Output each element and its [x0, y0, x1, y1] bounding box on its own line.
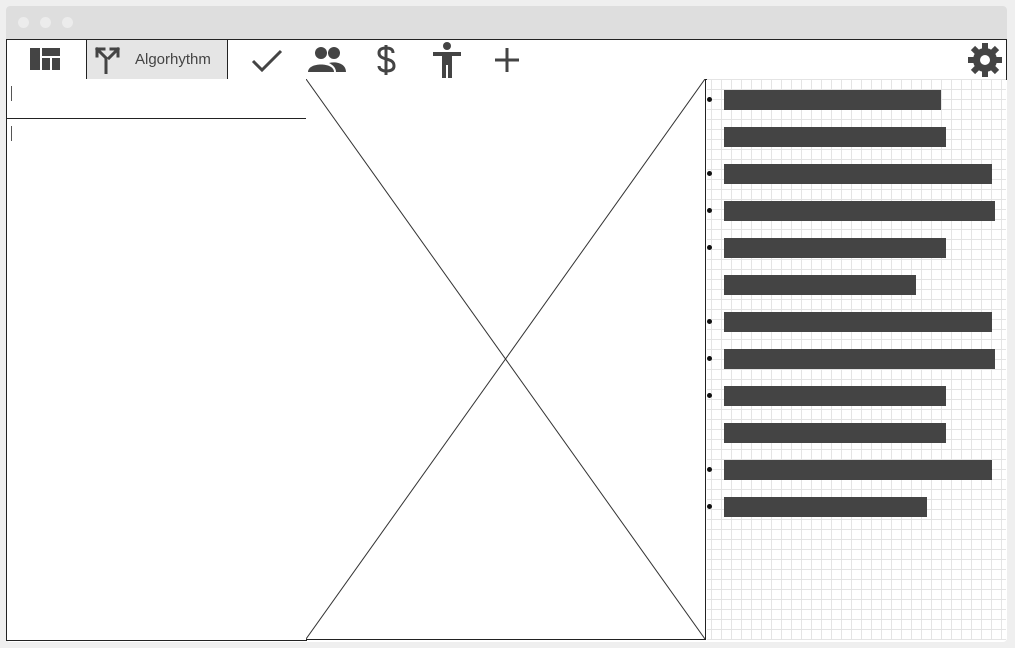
dollar-button[interactable] — [368, 40, 404, 79]
list-bullet — [707, 504, 712, 509]
list-item[interactable] — [707, 381, 1006, 418]
list-item[interactable] — [707, 455, 1006, 492]
list-item-text-placeholder — [724, 90, 941, 110]
list-item-text-placeholder — [724, 423, 946, 443]
image-placeholder — [305, 78, 706, 640]
list-item[interactable] — [707, 344, 1006, 381]
list-item-text-placeholder — [724, 497, 927, 517]
gear-icon — [967, 42, 1003, 78]
list-item[interactable] — [707, 492, 1006, 529]
text-caret — [11, 126, 12, 141]
list-bullet — [707, 319, 712, 324]
list-bullet — [707, 97, 712, 102]
image-placeholder-cross — [305, 78, 706, 640]
dashboard-icon — [30, 47, 62, 72]
list-bullet — [707, 208, 712, 213]
list-bullet — [707, 245, 712, 250]
add-button[interactable] — [487, 40, 527, 79]
list-item[interactable] — [707, 85, 1006, 122]
list-bullet — [707, 393, 712, 398]
close-window-dot[interactable] — [18, 17, 29, 28]
check-button[interactable] — [247, 40, 287, 79]
title-input[interactable] — [7, 79, 306, 119]
accessibility-icon — [432, 41, 462, 78]
app-window: Algorhythm — [6, 6, 1007, 642]
toolbar: Algorhythm — [6, 39, 1007, 80]
list-item-text-placeholder — [724, 127, 946, 147]
list-item-text-placeholder — [724, 349, 995, 369]
dollar-icon — [374, 44, 398, 76]
tab-algorhythm-label: Algorhythm — [135, 51, 211, 68]
list-item[interactable] — [707, 159, 1006, 196]
people-button[interactable] — [304, 40, 350, 79]
list-item[interactable] — [707, 418, 1006, 455]
list-bullet — [707, 171, 712, 176]
minimize-window-dot[interactable] — [40, 17, 51, 28]
list-bullet — [707, 467, 712, 472]
list-item-text-placeholder — [724, 386, 946, 406]
list-item-text-placeholder — [724, 275, 916, 295]
list-item[interactable] — [707, 196, 1006, 233]
check-icon — [251, 48, 283, 72]
body-textarea[interactable] — [7, 119, 306, 639]
list-item-text-placeholder — [724, 312, 992, 332]
maximize-window-dot[interactable] — [62, 17, 73, 28]
list-bullet — [707, 356, 712, 361]
people-icon — [307, 46, 347, 73]
accessibility-button[interactable] — [427, 40, 467, 79]
list-item-text-placeholder — [724, 460, 992, 480]
plus-icon — [493, 46, 521, 74]
text-caret — [11, 86, 12, 101]
list-item-text-placeholder — [724, 201, 995, 221]
list-panel — [707, 79, 1006, 640]
list-item-text-placeholder — [724, 164, 992, 184]
list-item[interactable] — [707, 233, 1006, 270]
settings-button[interactable] — [965, 40, 1005, 79]
dashboard-button[interactable] — [7, 40, 85, 79]
left-panel — [6, 79, 307, 641]
list-item[interactable] — [707, 122, 1006, 159]
fork-icon — [93, 46, 121, 74]
tab-algorhythm[interactable]: Algorhythm — [86, 40, 228, 79]
list-item[interactable] — [707, 270, 1006, 307]
list-item-text-placeholder — [724, 238, 946, 258]
list-item[interactable] — [707, 307, 1006, 344]
title-bar — [6, 6, 1007, 39]
